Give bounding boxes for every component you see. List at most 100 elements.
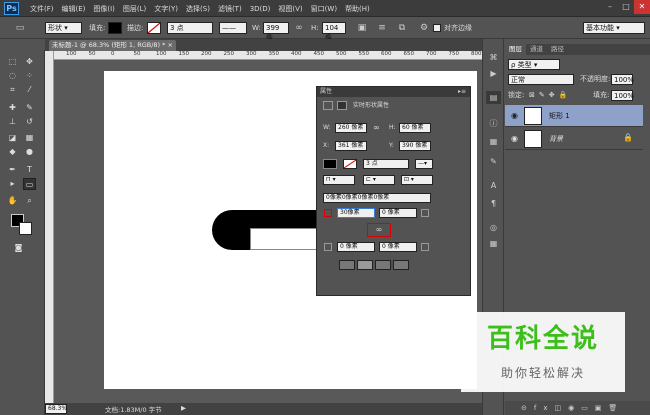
menu-view[interactable]: 视图(V) bbox=[276, 4, 304, 14]
prop-height-field[interactable]: 60 像素 bbox=[399, 123, 431, 133]
eye-icon[interactable]: ◉ bbox=[511, 111, 518, 120]
status-arrow-icon[interactable]: ▶ bbox=[181, 404, 186, 412]
stroke-type-select[interactable]: —— bbox=[219, 22, 247, 34]
layer-row-rectangle[interactable]: ◉ 矩形 1 bbox=[505, 105, 643, 127]
align-edges-checkbox[interactable] bbox=[433, 24, 441, 32]
close-icon[interactable]: ✕ bbox=[634, 0, 650, 14]
swatches-panel-icon[interactable]: ▦ bbox=[486, 135, 501, 148]
prop-corner-tl-field[interactable]: 30像素 bbox=[337, 208, 375, 218]
grid-panel-icon[interactable]: ▦ bbox=[486, 237, 501, 250]
brush-tool-icon[interactable]: ✎ bbox=[23, 102, 36, 114]
fill-field[interactable]: 100% bbox=[611, 90, 634, 101]
prop-corners-select[interactable]: ⊡ ▾ bbox=[401, 175, 433, 185]
quick-select-icon[interactable]: ⁘ bbox=[23, 70, 36, 82]
menu-image[interactable]: 图像(I) bbox=[91, 4, 117, 14]
mode-select[interactable]: 形状 ▾ bbox=[45, 22, 82, 34]
document-tab[interactable]: 未标题-1 @ 68.3% (矩形 1, RGB/8) * × bbox=[49, 40, 176, 51]
tab-channels[interactable]: 通道 bbox=[526, 44, 547, 55]
minimize-icon[interactable]: – bbox=[602, 0, 618, 14]
workspace-select[interactable]: 基本功能 ▾ bbox=[583, 22, 645, 34]
move-tool-icon[interactable]: ✥ bbox=[23, 56, 36, 68]
menu-type[interactable]: 文字(Y) bbox=[152, 4, 180, 14]
brush-panel-icon[interactable]: ✎ bbox=[486, 155, 501, 168]
character-panel-icon[interactable]: A bbox=[486, 179, 501, 192]
prop-corner-br-field[interactable]: 0 像素 bbox=[379, 242, 417, 252]
prop-all-corners-field[interactable]: 0像素0像素0像素0像素 bbox=[323, 193, 431, 203]
menu-filter[interactable]: 滤镜(T) bbox=[216, 4, 244, 14]
quick-mask-icon[interactable]: ◙ bbox=[12, 242, 25, 254]
prop-align-select[interactable]: ⊓ ▾ bbox=[323, 175, 355, 185]
lasso-tool-icon[interactable]: ◌ bbox=[6, 70, 19, 82]
eraser-icon[interactable]: ◪ bbox=[6, 132, 19, 144]
marquee-tool-icon[interactable]: ⬚ bbox=[6, 56, 19, 68]
menu-window[interactable]: 窗口(W) bbox=[309, 4, 339, 14]
info-panel-icon[interactable]: ⓘ bbox=[486, 117, 501, 130]
zoom-tool-icon[interactable]: ⌕ bbox=[23, 195, 36, 207]
menu-3d[interactable]: 3D(D) bbox=[248, 5, 273, 13]
stroke-width-field[interactable]: 3 点 bbox=[167, 22, 213, 34]
properties-panel-icon[interactable]: ▤ bbox=[486, 91, 501, 104]
properties-header[interactable]: 属性 ▸≡ bbox=[317, 87, 470, 97]
vector-mask-icon[interactable] bbox=[337, 101, 347, 110]
path-intersect-icon[interactable] bbox=[375, 260, 391, 270]
history-panel-icon[interactable]: ⌘ bbox=[486, 51, 501, 64]
width-field[interactable]: 399 像 bbox=[263, 22, 289, 42]
gear-icon[interactable]: ⚙ bbox=[418, 22, 430, 34]
prop-corner-tr-field[interactable]: 0 像素 bbox=[379, 208, 417, 218]
panel-menu-icon[interactable]: ▸≡ bbox=[458, 87, 466, 97]
gradient-icon[interactable]: ▦ bbox=[23, 132, 36, 144]
path-align-icon[interactable]: ≡ bbox=[376, 22, 388, 34]
link-icon[interactable]: ∞ bbox=[293, 22, 305, 34]
layers-footer-icons[interactable]: ⊝fx◫◉▭▣🗑 bbox=[505, 401, 650, 415]
hand-tool-icon[interactable]: ✋ bbox=[6, 195, 19, 207]
pen-tool-icon[interactable]: ✒ bbox=[6, 164, 19, 176]
layer-row-background[interactable]: ◉ 背景 🔒 bbox=[505, 128, 643, 150]
rectangle-shape-icon[interactable]: ▭ bbox=[23, 178, 36, 190]
eyedropper-icon[interactable]: ⁄ bbox=[23, 84, 36, 96]
zoom-field[interactable]: 68.3% bbox=[45, 404, 67, 414]
menu-help[interactable]: 帮助(H) bbox=[343, 4, 372, 14]
blend-mode-select[interactable]: 正常 bbox=[508, 74, 574, 85]
prop-stroke-swatch[interactable] bbox=[343, 159, 357, 169]
menu-file[interactable]: 文件(F) bbox=[28, 4, 56, 14]
dodge-tool-icon[interactable]: ● bbox=[23, 146, 36, 158]
prop-stroke-width-field[interactable]: 3 点 bbox=[363, 159, 409, 169]
pixel-mask-icon[interactable] bbox=[323, 101, 333, 110]
background-color-swatch[interactable] bbox=[19, 222, 32, 235]
actions-panel-icon[interactable]: ▶ bbox=[486, 67, 501, 80]
prop-width-field[interactable]: 260 像素 bbox=[335, 123, 367, 133]
paragraph-panel-icon[interactable]: ¶ bbox=[486, 197, 501, 210]
tab-close-icon[interactable]: × bbox=[167, 41, 172, 49]
clone-stamp-icon[interactable]: ⊥ bbox=[6, 116, 19, 128]
height-field[interactable]: 104 像 bbox=[322, 22, 346, 42]
prop-fill-swatch[interactable] bbox=[323, 159, 337, 169]
opacity-field[interactable]: 100% bbox=[611, 74, 634, 85]
path-select-icon[interactable]: ▸ bbox=[6, 178, 19, 190]
prop-caps-select[interactable]: ⊏ ▾ bbox=[363, 175, 395, 185]
eye-icon[interactable]: ◉ bbox=[511, 134, 518, 143]
menu-select[interactable]: 选择(S) bbox=[184, 4, 212, 14]
stroke-swatch[interactable] bbox=[147, 22, 161, 34]
layer-kind-filter[interactable]: ρ 类型 ▾ bbox=[508, 59, 560, 70]
path-subtract-icon[interactable] bbox=[357, 260, 373, 270]
prop-stroke-type[interactable]: —▾ bbox=[415, 159, 433, 169]
menu-layer[interactable]: 图层(L) bbox=[121, 4, 148, 14]
crop-tool-icon[interactable]: ⌗ bbox=[6, 84, 19, 96]
blur-tool-icon[interactable]: ◆ bbox=[6, 146, 19, 158]
prop-corner-bl-field[interactable]: 0 像素 bbox=[337, 242, 375, 252]
healing-brush-icon[interactable]: ✚ bbox=[6, 102, 19, 114]
history-brush-icon[interactable]: ↺ bbox=[23, 116, 36, 128]
path-ops-icon[interactable]: ▣ bbox=[356, 22, 368, 34]
path-arrange-icon[interactable]: ⧉ bbox=[396, 22, 408, 34]
type-tool-icon[interactable]: T bbox=[23, 164, 36, 176]
prop-x-field[interactable]: 361 像素 bbox=[335, 141, 367, 151]
maximize-icon[interactable]: □ bbox=[618, 0, 634, 14]
lock-icons[interactable]: ⊠✎✥🔒 bbox=[529, 89, 571, 101]
tab-paths[interactable]: 路径 bbox=[547, 44, 568, 55]
link-icon[interactable]: ∞ bbox=[373, 123, 380, 133]
tab-layers[interactable]: 图层 bbox=[505, 44, 526, 55]
link-corners-icon[interactable]: ∞ bbox=[367, 223, 391, 237]
3d-panel-icon[interactable]: ◎ bbox=[486, 221, 501, 234]
prop-y-field[interactable]: 390 像素 bbox=[399, 141, 431, 151]
menu-edit[interactable]: 编辑(E) bbox=[60, 4, 88, 14]
